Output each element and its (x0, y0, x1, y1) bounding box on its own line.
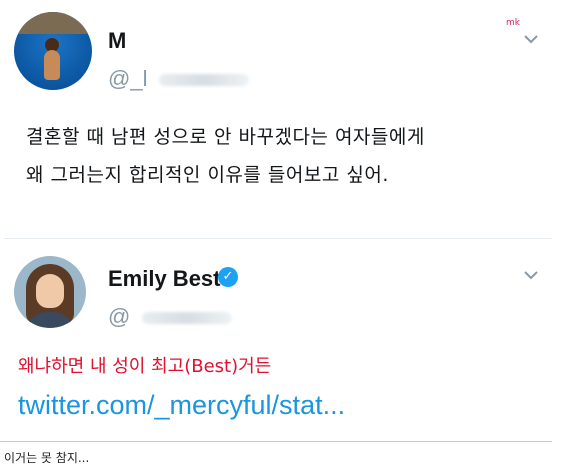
reply-author-handle: @ (108, 304, 233, 330)
tweet-card-reply: Emily Best ✓ @ 왜냐하면 내 성이 최고(Best)거든 twit… (4, 240, 552, 440)
reply-handle-text: @ (108, 304, 131, 329)
tweet-link[interactable]: twitter.com/_mercyful/stat... (18, 390, 345, 421)
tweet-text-line-1: 결혼할 때 남편 성으로 안 바꾸겠다는 여자들에게 (26, 126, 425, 148)
reply-text: 왜냐하면 내 성이 최고(Best)거든 (18, 356, 272, 377)
chevron-down-icon[interactable] (524, 268, 538, 282)
handle-text: @_l (108, 66, 148, 91)
tweet-author-handle: @_l (108, 66, 250, 92)
reply-author-name[interactable]: Emily Best (108, 266, 221, 292)
handle-redaction (159, 74, 250, 87)
watermark: mk (506, 18, 520, 28)
avatar-m[interactable] (14, 12, 92, 90)
post-caption: 이거는 못 참지... (4, 451, 90, 465)
avatar-figure-body (44, 50, 60, 80)
avatar-face (36, 274, 64, 308)
divider (0, 441, 552, 442)
avatar-emily-best[interactable] (14, 256, 86, 328)
chevron-down-icon[interactable] (524, 32, 538, 46)
avatar-background (14, 12, 92, 34)
tweet-card-original: M @_l mk 결혼할 때 남편 성으로 안 바꾸겠다는 여자들에게 왜 그러… (4, 4, 552, 239)
tweet-text-line-2: 왜 그러는지 합리적인 이유를 들어보고 싶어. (26, 164, 389, 186)
verified-badge-icon: ✓ (218, 267, 238, 287)
tweet-author-name[interactable]: M (108, 28, 126, 54)
reply-handle-redaction (142, 312, 233, 325)
